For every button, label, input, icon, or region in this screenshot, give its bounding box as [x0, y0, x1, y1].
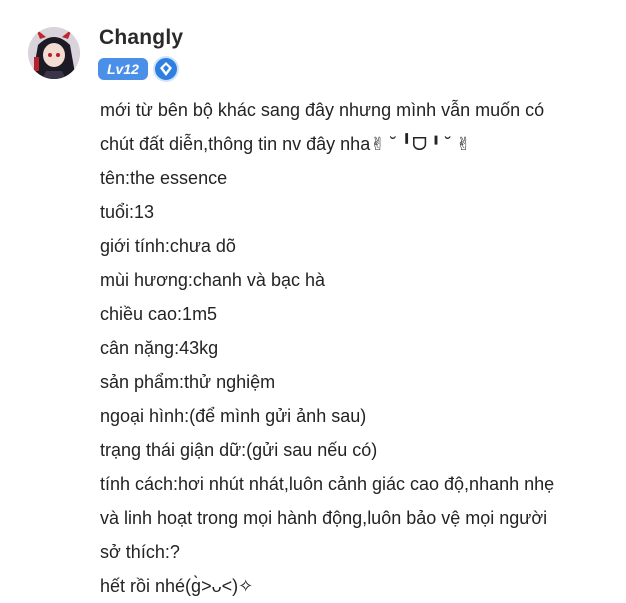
diamond-badge-icon[interactable]	[154, 58, 177, 80]
post-line: tên:the essence	[100, 168, 228, 188]
post-line: tuổi:13	[100, 202, 155, 222]
post-line: chút đất diễn,thông tin nv đây nha✌︎ ˘ ╹…	[100, 134, 472, 154]
post-line: chiều cao:1m5	[100, 304, 218, 324]
post-line: mới từ bên bộ khác sang đây nhưng mình v…	[100, 100, 545, 120]
level-badge: Lv12	[98, 58, 148, 80]
post-line: ngoại hình:(để mình gửi ảnh sau)	[100, 406, 367, 426]
user-avatar[interactable]	[28, 27, 80, 79]
user-badges: Lv12	[98, 57, 177, 81]
post-line: tính cách:hơi nhút nhát,luôn cảnh giác c…	[100, 474, 555, 494]
post-line: hết rồi nhé(ɡ̀˃ᴗ˂)✧	[100, 576, 254, 596]
post-line: trạng thái giận dữ:(gửi sau nếu có)	[100, 440, 378, 460]
post-line: và linh hoạt trong mọi hành động,luôn bả…	[100, 508, 548, 528]
post-line: mùi hương:chanh và bạc hà	[100, 270, 325, 290]
post-line: sản phẩm:thử nghiệm	[100, 372, 276, 392]
post-line: giới tính:chưa dõ	[100, 236, 236, 256]
anime-girl-avatar-icon	[28, 27, 80, 79]
post-line: cân nặng:43kg	[100, 338, 219, 358]
post-content: mới từ bên bộ khác sang đây nhưng mình v…	[100, 93, 610, 603]
post-line: sở thích:?	[100, 542, 180, 562]
username[interactable]: Changly	[99, 26, 183, 50]
